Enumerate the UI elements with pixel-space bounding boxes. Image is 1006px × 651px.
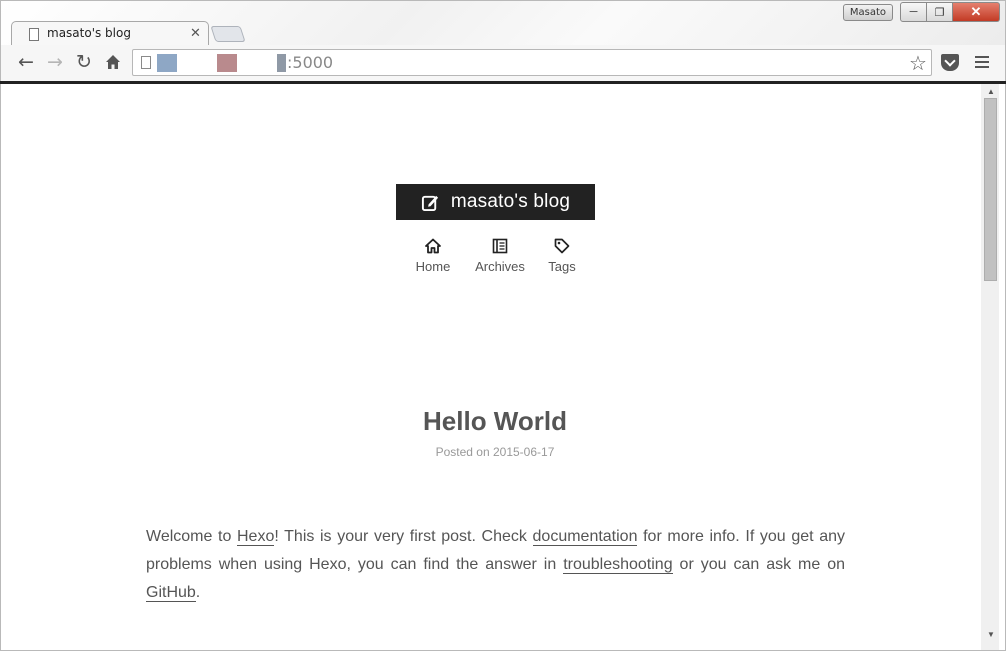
link-troubleshooting[interactable]: troubleshooting bbox=[563, 556, 673, 574]
maximize-button[interactable]: ❐ bbox=[927, 2, 953, 22]
scrollbar-thumb[interactable] bbox=[984, 98, 997, 281]
post-meta: Posted on 2015-06-17 bbox=[1, 445, 989, 459]
close-tab-icon[interactable]: ✕ bbox=[190, 25, 201, 41]
new-tab-button[interactable] bbox=[210, 26, 246, 42]
nav-label-archives: Archives bbox=[475, 259, 525, 274]
nav-label-tags: Tags bbox=[548, 259, 576, 274]
post-meta-label: Posted on bbox=[435, 445, 493, 459]
forward-icon[interactable]: → bbox=[44, 51, 66, 73]
body-text: Welcome to bbox=[146, 528, 237, 545]
url-text: :5000 bbox=[287, 53, 334, 72]
body-text: . bbox=[195, 584, 201, 601]
site-logo[interactable]: masato's blog bbox=[396, 184, 595, 220]
window-titlebar: Masato ─ ❐ ✕ masato's blog ✕ bbox=[0, 0, 1006, 47]
edit-icon bbox=[421, 195, 438, 211]
home-button-icon[interactable] bbox=[102, 51, 124, 75]
link-hexo[interactable]: Hexo bbox=[237, 528, 275, 546]
post-body: Welcome to Hexo! This is your very first… bbox=[146, 523, 845, 607]
browser-tab-active[interactable]: masato's blog ✕ bbox=[11, 21, 209, 47]
redacted-host bbox=[157, 54, 177, 72]
body-text: ! This is your very first post. Check bbox=[274, 528, 533, 545]
close-window-button[interactable]: ✕ bbox=[953, 2, 1000, 22]
redacted-host bbox=[277, 54, 286, 72]
nav-item-tags[interactable]: Tags bbox=[546, 238, 578, 276]
minimize-button[interactable]: ─ bbox=[900, 2, 927, 22]
reload-icon[interactable]: ↻ bbox=[73, 51, 95, 73]
body-text: or you can ask me on bbox=[672, 556, 845, 573]
nav-item-archives[interactable]: Archives bbox=[473, 238, 527, 276]
address-bar[interactable]: :5000 ☆ bbox=[132, 49, 932, 76]
scroll-down-icon[interactable]: ▼ bbox=[987, 630, 995, 639]
site-title: masato's blog bbox=[450, 191, 571, 212]
tag-icon bbox=[554, 238, 570, 254]
bookmark-star-icon[interactable]: ☆ bbox=[909, 51, 927, 76]
menu-icon[interactable] bbox=[975, 56, 989, 68]
redacted-host bbox=[217, 54, 237, 72]
page-viewport: masato's blog Home Archives Tags Hello W… bbox=[0, 84, 1006, 651]
post-date: 2015-06-17 bbox=[492, 445, 555, 459]
tab-title: masato's blog bbox=[47, 26, 131, 40]
post-title[interactable]: Hello World bbox=[1, 406, 989, 437]
back-icon[interactable]: ← bbox=[15, 51, 37, 73]
scroll-up-icon[interactable]: ▲ bbox=[987, 87, 995, 96]
window-controls: ─ ❐ ✕ bbox=[900, 2, 1000, 22]
browser-toolbar: ← → ↻ :5000 ☆ bbox=[0, 45, 1006, 81]
page-icon bbox=[141, 56, 151, 69]
nav-label-home: Home bbox=[415, 259, 451, 274]
nav-item-home[interactable]: Home bbox=[415, 238, 451, 276]
archive-icon bbox=[492, 238, 508, 254]
link-github[interactable]: GitHub bbox=[146, 584, 196, 602]
page-icon bbox=[29, 28, 39, 41]
pocket-icon[interactable] bbox=[941, 54, 959, 71]
home-icon bbox=[425, 238, 441, 254]
link-documentation[interactable]: documentation bbox=[532, 528, 638, 546]
profile-badge[interactable]: Masato bbox=[843, 4, 893, 21]
